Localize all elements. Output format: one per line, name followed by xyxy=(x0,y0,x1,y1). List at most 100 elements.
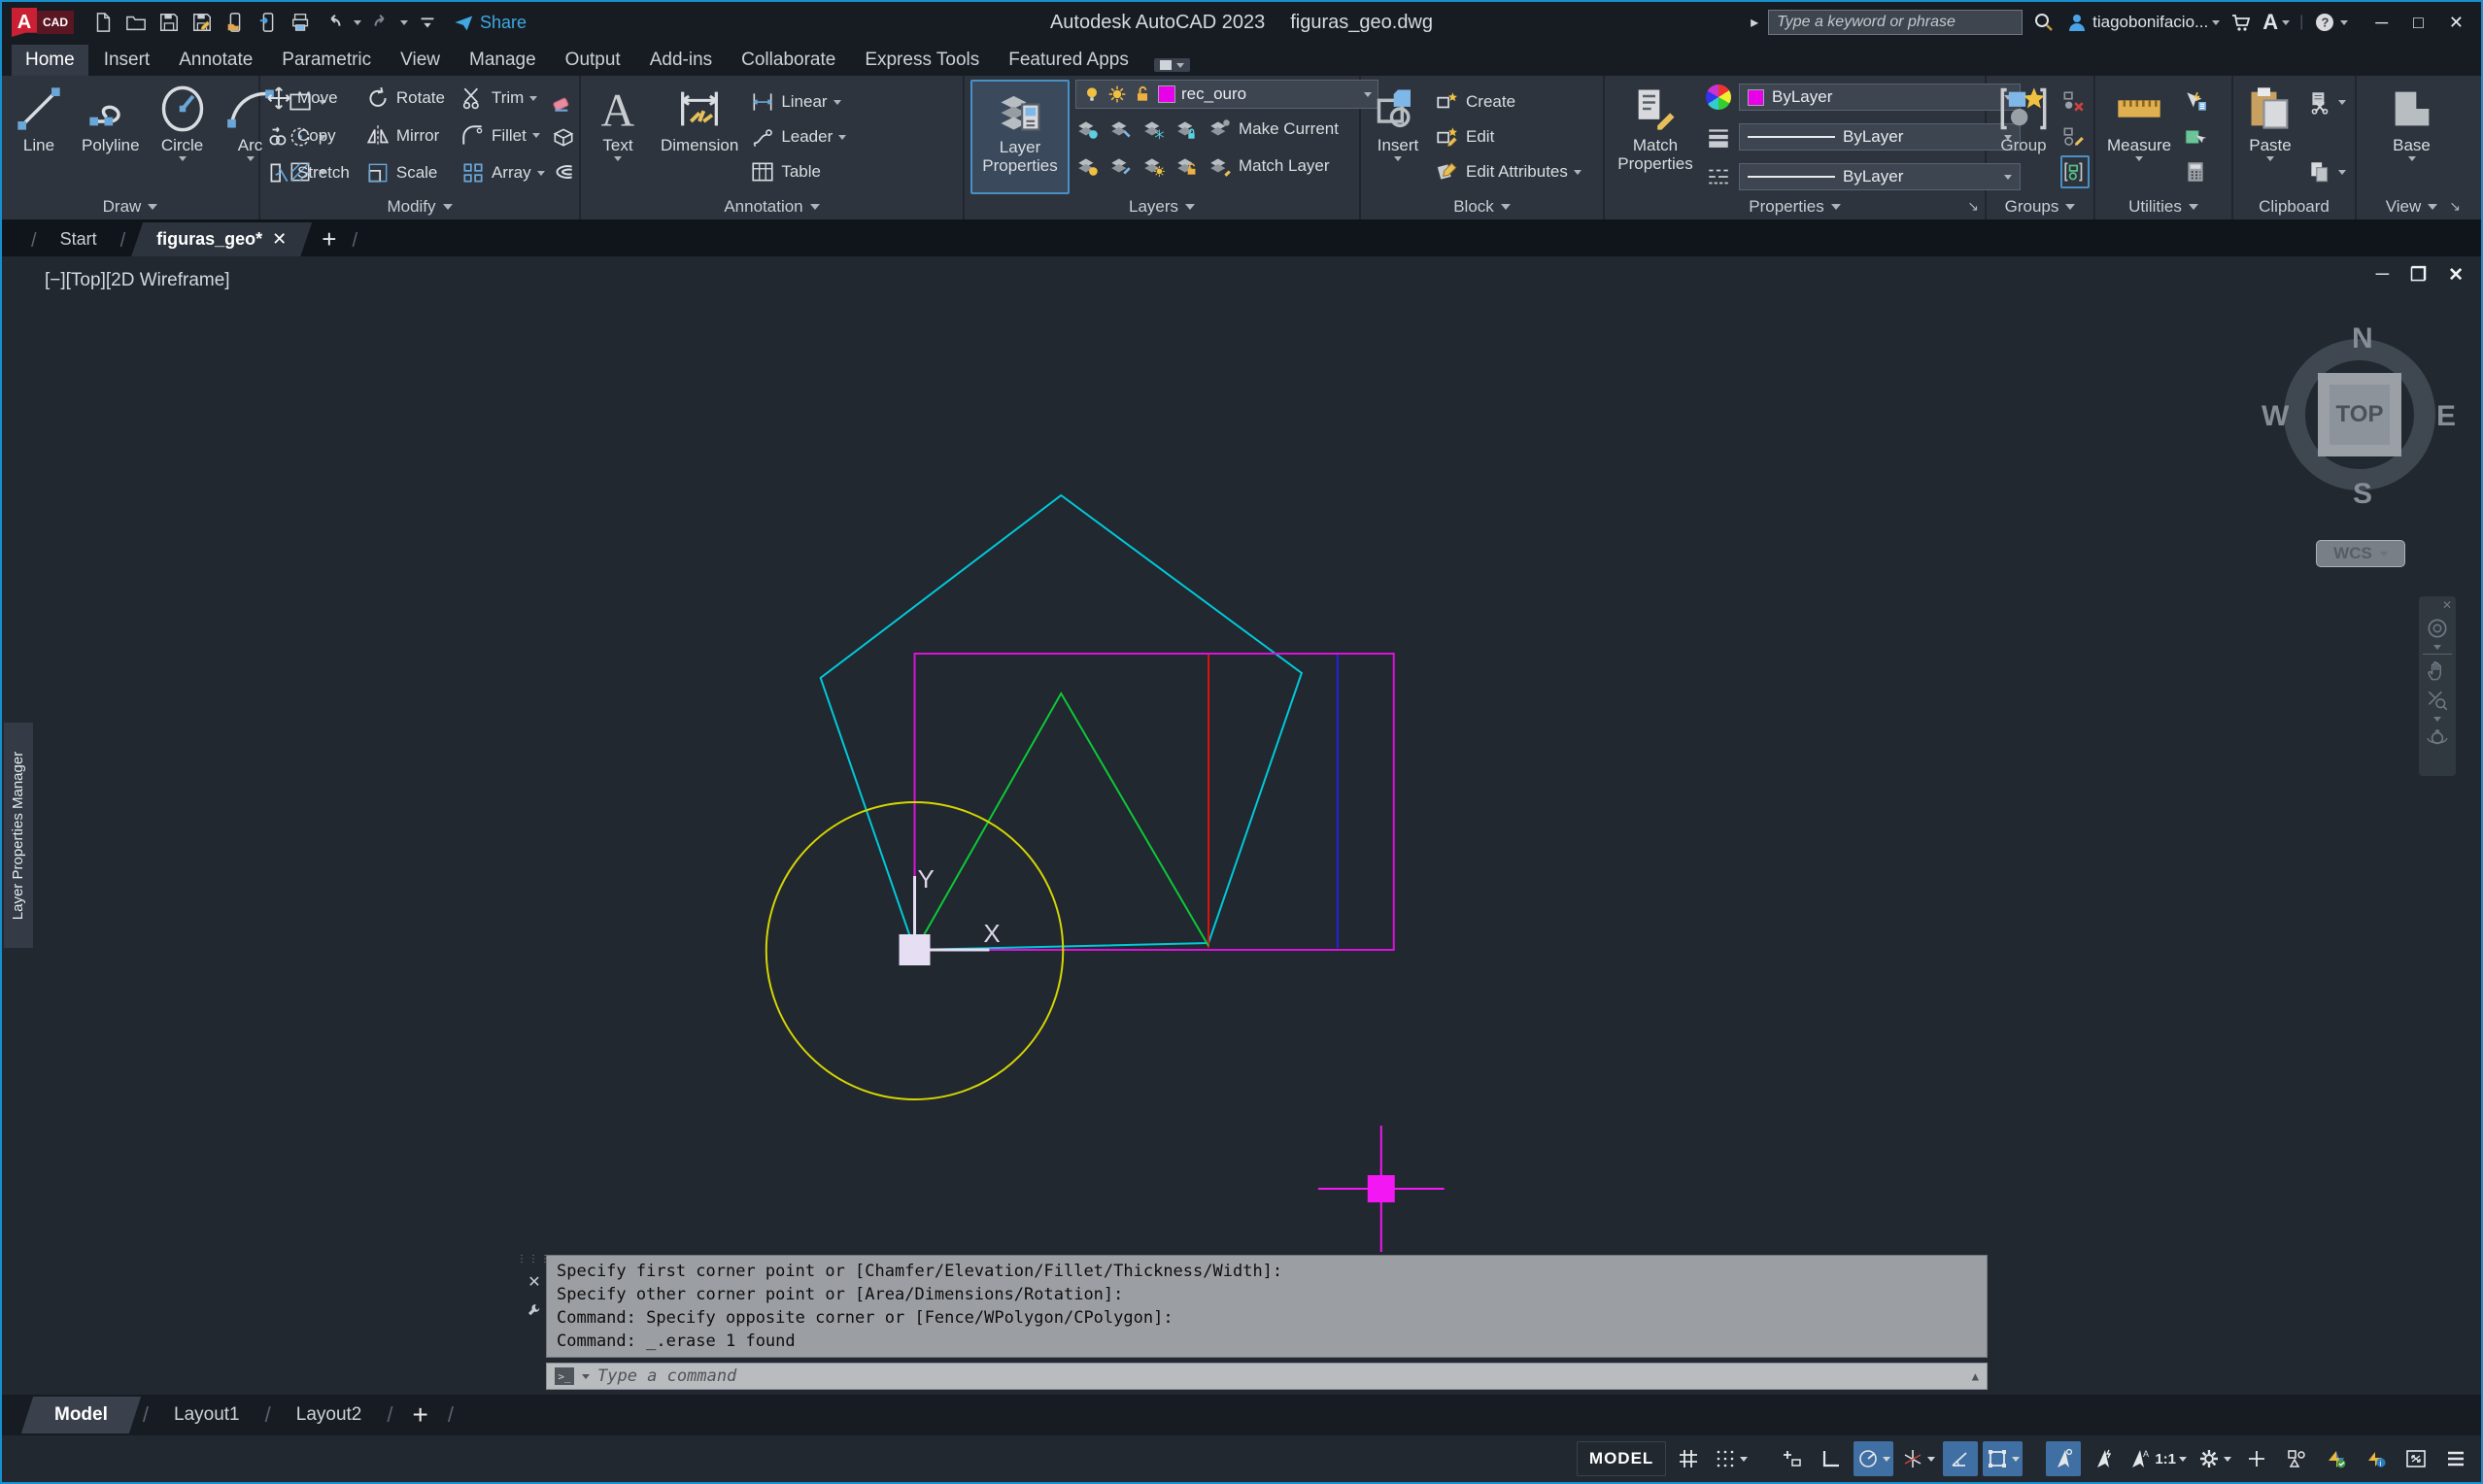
user-account-button[interactable]: tiagobonifacio... xyxy=(2065,11,2220,34)
layer-lock-button[interactable] xyxy=(1174,117,1200,142)
window-minimize-button[interactable]: ─ xyxy=(2375,13,2388,33)
green-zigzag[interactable] xyxy=(917,693,1209,948)
layer-isolate-button[interactable] xyxy=(1108,117,1134,142)
polar-tracking-toggle[interactable] xyxy=(1854,1441,1893,1476)
polyline-button[interactable]: Polyline xyxy=(76,80,146,194)
new-drawing-tab-button[interactable]: + xyxy=(312,224,346,256)
object-color-dropdown[interactable]: ByLayer xyxy=(1739,84,2021,111)
group-selection-toggle[interactable] xyxy=(2060,155,2090,188)
offset-button[interactable] xyxy=(551,155,576,188)
tab-layout1[interactable]: Layout1 xyxy=(156,1397,257,1433)
copy-button[interactable]: Copy xyxy=(266,119,350,152)
ribbon-tab-insert[interactable]: Insert xyxy=(90,45,164,76)
layer-unisolate-button[interactable] xyxy=(1108,153,1134,179)
autodesk-app-icon[interactable]: A xyxy=(2262,10,2290,35)
linetype-dropdown[interactable]: ByLayer xyxy=(1739,163,2021,190)
linear-button[interactable]: Linear xyxy=(750,85,846,118)
redo-icon[interactable] xyxy=(367,9,394,36)
undo-icon[interactable] xyxy=(321,9,348,36)
window-close-button[interactable]: ✕ xyxy=(2449,13,2464,33)
command-history[interactable]: Specify first corner point or [Chamfer/E… xyxy=(546,1255,1988,1358)
redo-dropdown-caret[interactable] xyxy=(400,20,408,25)
paste-button[interactable]: Paste xyxy=(2239,80,2301,194)
match-layer-button[interactable]: Match Layer xyxy=(1207,150,1330,183)
object-snap-toggle[interactable] xyxy=(1983,1441,2023,1476)
app-store-cart-icon[interactable] xyxy=(2229,11,2253,34)
ribbon-tab-view[interactable]: View xyxy=(387,45,454,76)
edit-attributes-button[interactable]: Edit Attributes xyxy=(1435,155,1582,188)
layer-on-all-button[interactable] xyxy=(1075,153,1101,179)
panel-properties-footer[interactable]: Properties↘ xyxy=(1605,194,1985,219)
ortho-mode-toggle[interactable] xyxy=(1814,1441,1849,1476)
drawing-canvas[interactable]: YX [−][Top][2D Wireframe] ─ ❐ ✕ N W E S … xyxy=(2,256,2481,1395)
line-button[interactable]: Line xyxy=(8,80,70,194)
command-close-icon[interactable]: ✕ xyxy=(527,1272,540,1292)
doc-restore-icon[interactable]: ❐ xyxy=(2410,264,2427,287)
circle-button[interactable]: Circle xyxy=(152,80,214,194)
plot-icon[interactable] xyxy=(288,9,315,36)
panel-draw-footer[interactable]: Draw xyxy=(2,194,258,219)
ribbon-tab-collaborate[interactable]: Collaborate xyxy=(728,45,849,76)
doc-close-icon[interactable]: ✕ xyxy=(2448,264,2464,287)
wcs-dropdown[interactable]: WCS xyxy=(2316,540,2405,567)
edit-block-button[interactable]: Edit xyxy=(1435,120,1582,153)
orbit-icon[interactable] xyxy=(2425,725,2450,751)
search-icon[interactable] xyxy=(2032,11,2056,34)
pentagon[interactable] xyxy=(821,495,1302,950)
hardware-acceleration-button[interactable] xyxy=(2359,1441,2394,1476)
customize-qat-icon[interactable] xyxy=(414,9,441,36)
search-expand-arrow[interactable]: ▸ xyxy=(1751,13,1758,32)
base-button[interactable]: Base xyxy=(2381,80,2443,194)
ucs-origin-box[interactable] xyxy=(907,942,923,958)
viewcube-north[interactable]: N xyxy=(2352,322,2373,355)
ribbon-tab-express-tools[interactable]: Express Tools xyxy=(851,45,993,76)
ribbon-tab-addins[interactable]: Add-ins xyxy=(636,45,726,76)
help-button[interactable]: ? xyxy=(2313,11,2348,34)
annotation-monitor-button[interactable] xyxy=(2239,1441,2274,1476)
save-as-icon[interactable] xyxy=(188,9,216,36)
layer-properties-button[interactable]: Layer Properties xyxy=(970,80,1070,194)
save-to-web-mobile-icon[interactable] xyxy=(255,9,282,36)
layer-select-dropdown[interactable]: rec_ouro xyxy=(1075,80,1378,109)
panel-layers-footer[interactable]: Layers xyxy=(965,194,1359,219)
search-input[interactable]: Type a keyword or phrase xyxy=(1768,10,2023,35)
ribbon-tab-home[interactable]: Home xyxy=(12,45,88,76)
quick-calculator-button[interactable] xyxy=(2183,155,2208,188)
zoom-extents-icon[interactable] xyxy=(2425,688,2450,713)
new-file-icon[interactable] xyxy=(89,9,117,36)
app-menu-button[interactable]: A CAD xyxy=(12,8,74,37)
pickbox[interactable] xyxy=(1375,1182,1388,1196)
mirror-button[interactable]: Mirror xyxy=(365,119,445,152)
group-edit-button[interactable] xyxy=(2060,120,2090,153)
measure-button[interactable]: Measure xyxy=(2101,80,2177,194)
command-wrench-icon[interactable] xyxy=(526,1301,543,1319)
open-from-web-mobile-icon[interactable] xyxy=(221,9,249,36)
table-button[interactable]: Table xyxy=(750,155,846,188)
create-block-button[interactable]: Create xyxy=(1435,85,1582,118)
ribbon-tab-annotate[interactable]: Annotate xyxy=(165,45,266,76)
panel-utilities-footer[interactable]: Utilities xyxy=(2095,194,2231,219)
properties-expander-icon[interactable]: ↘ xyxy=(1967,198,1979,215)
workspace-switching-button[interactable] xyxy=(2194,1441,2234,1476)
annotation-scale-button[interactable]: 1:1 xyxy=(2126,1441,2190,1476)
viewcube-east[interactable]: E xyxy=(2436,400,2456,433)
panel-block-footer[interactable]: Block xyxy=(1361,194,1603,219)
view-cube[interactable]: N W E S TOP WCS xyxy=(2275,330,2445,583)
ribbon-tab-featured-apps[interactable]: Featured Apps xyxy=(995,45,1142,76)
command-recent-caret[interactable] xyxy=(582,1374,590,1379)
isolate-objects-button[interactable] xyxy=(2279,1441,2314,1476)
move-button[interactable]: Move xyxy=(266,82,350,115)
dynamic-input-toggle[interactable] xyxy=(1774,1441,1809,1476)
panel-view-footer[interactable]: View↘ xyxy=(2357,194,2466,219)
match-properties-button[interactable]: Match Properties xyxy=(1611,80,1700,194)
ribbon-tab-manage[interactable]: Manage xyxy=(456,45,550,76)
insert-button[interactable]: Insert xyxy=(1367,80,1429,194)
text-button[interactable]: AText xyxy=(587,80,649,194)
viewcube-south[interactable]: S xyxy=(2353,478,2372,511)
view-expander-icon[interactable]: ↘ xyxy=(2449,198,2461,215)
steering-wheel-icon[interactable] xyxy=(2425,616,2450,641)
file-tab-close-icon[interactable]: ✕ xyxy=(272,229,287,250)
trim-button[interactable]: Trim xyxy=(460,82,545,115)
annotation-autoscale-toggle[interactable] xyxy=(2086,1441,2121,1476)
leader-button[interactable]: Leader xyxy=(750,120,846,153)
